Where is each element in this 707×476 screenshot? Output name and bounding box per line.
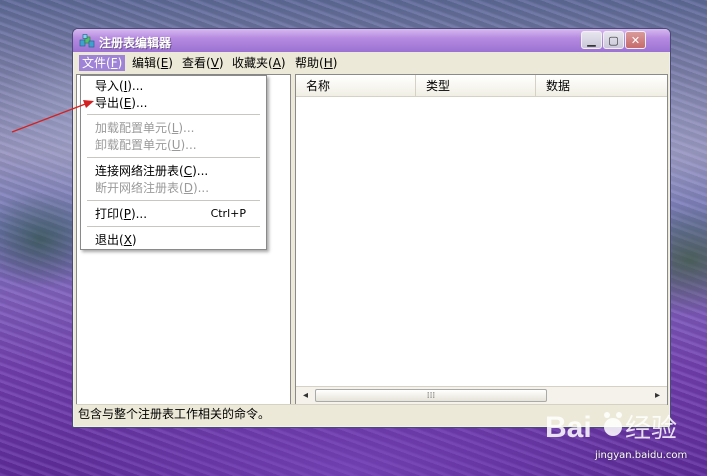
maximize-icon: ▢: [608, 33, 619, 47]
title-bar[interactable]: 注册表编辑器 ▁ ▢ ✕: [73, 29, 670, 52]
registry-editor-icon: [79, 34, 95, 48]
menu-item-load-hive: 加载配置单元(L)...: [95, 121, 195, 135]
menu-item-connect-network-registry[interactable]: 连接网络注册表(C)...: [81, 162, 266, 180]
minimize-icon: ▁: [587, 33, 596, 47]
horizontal-scrollbar[interactable]: ◂ ⁞⁞⁞ ▸: [296, 386, 667, 404]
menu-item-exit[interactable]: 退出(X): [81, 231, 266, 249]
minimize-button[interactable]: ▁: [581, 31, 602, 49]
baidu-jingyan-watermark-logo: Bai 经验: [545, 411, 677, 444]
print-shortcut: Ctrl+P: [210, 207, 246, 220]
menu-item-unload-hive: 卸载配置单元(U)...: [95, 138, 197, 152]
menu-edit[interactable]: 编辑(E): [129, 55, 176, 71]
column-header-data[interactable]: 数据: [536, 75, 667, 97]
menu-help[interactable]: 帮助(H): [292, 55, 340, 71]
scroll-left-icon[interactable]: ◂: [298, 388, 313, 403]
scroll-grip-icon: ⁞⁞⁞: [426, 390, 436, 401]
file-menu-dropdown: 导入(I)... 导出(E)... 加载配置单元(L)... 卸载配置单元(U)…: [80, 75, 267, 250]
menu-separator: [87, 200, 260, 202]
close-button[interactable]: ✕: [625, 31, 646, 49]
menu-separator: [87, 114, 260, 116]
scroll-thumb[interactable]: ⁞⁞⁞: [315, 389, 547, 402]
column-header-type[interactable]: 类型: [416, 75, 536, 97]
scroll-right-icon[interactable]: ▸: [650, 388, 665, 403]
close-icon: ✕: [630, 33, 641, 47]
column-header-name[interactable]: 名称: [296, 75, 416, 97]
menu-file[interactable]: 文件(F): [79, 55, 126, 71]
menu-favorites[interactable]: 收藏夹(A): [229, 55, 289, 71]
menu-bar: 文件(F) 编辑(E) 查看(V) 收藏夹(A) 帮助(H): [76, 53, 667, 73]
menu-item-import[interactable]: 导入(I)...: [81, 77, 266, 95]
svg-text:Bai: Bai: [545, 411, 592, 444]
menu-item-disconnect-network-registry: 断开网络注册表(D)...: [95, 181, 210, 195]
svg-text:经验: 经验: [625, 414, 677, 444]
menu-item-print[interactable]: 打印(P)... Ctrl+P: [81, 205, 266, 223]
window-title: 注册表编辑器: [99, 36, 172, 50]
menu-separator: [87, 157, 260, 159]
menu-view[interactable]: 查看(V): [179, 55, 227, 71]
maximize-button[interactable]: ▢: [603, 31, 624, 49]
menu-separator: [87, 226, 260, 228]
menu-item-export[interactable]: 导出(E)...: [81, 94, 266, 112]
registry-values-pane[interactable]: 名称 类型 数据 ◂ ⁞⁞⁞ ▸: [295, 74, 668, 405]
watermark-url: jingyan.baidu.com: [595, 450, 688, 461]
